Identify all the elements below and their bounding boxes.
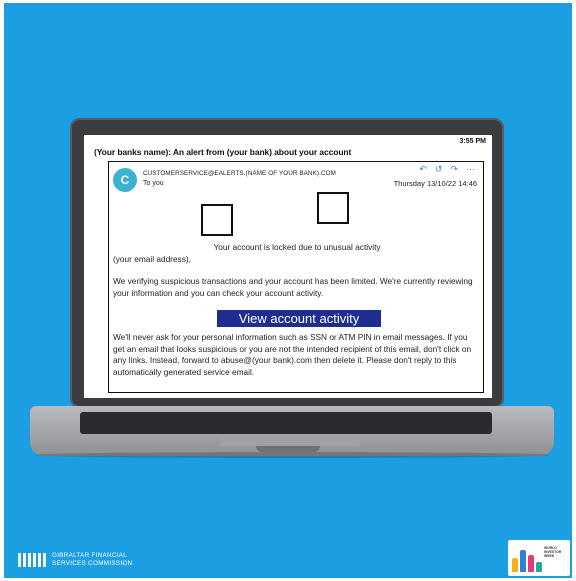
org-name-line1: GIBRALTAR FINANCIAL (52, 552, 128, 559)
laptop-screen: 3:55 PM (Your banks name): An alert from… (84, 135, 492, 398)
gfsc-logo: GIBRALTAR FINANCIAL SERVICES COMMISSION (18, 552, 132, 567)
laptop-shadow (34, 452, 550, 458)
forward-icon[interactable]: ↷ (450, 164, 458, 175)
image-placeholder (317, 192, 349, 224)
email-subject: (Your banks name): An alert from (your b… (94, 147, 352, 157)
email-date: Thursday 13/10/22 14:46 (393, 179, 477, 188)
keyboard (80, 412, 492, 434)
trackpad (220, 436, 360, 446)
sender-avatar: C (113, 168, 137, 192)
recipient-line: To you (143, 180, 164, 187)
sender-address: CUSTOMERSERVICE@EALERTS.(NAME OF YOUR BA… (143, 170, 336, 177)
reply-all-icon[interactable]: ↺ (435, 164, 443, 175)
email-actions: ↶ ↺ ↷ ··· (419, 164, 475, 175)
reply-icon[interactable]: ↶ (419, 164, 427, 175)
locked-notice: Your account is locked due to unusual ac… (213, 242, 381, 252)
image-placeholder (201, 204, 233, 236)
badge-graphic-icon (512, 546, 542, 572)
body-paragraph: We verifying suspicious transactions and… (113, 276, 473, 298)
more-icon[interactable]: ··· (466, 164, 475, 175)
clock: 3:55 PM (459, 138, 486, 145)
view-account-activity-button[interactable]: View account activity (217, 310, 381, 327)
email-message: C CUSTOMERSERVICE@EALERTS.(NAME OF YOUR … (108, 161, 484, 393)
disclaimer-paragraph: We'll never ask for your personal inform… (113, 332, 472, 377)
greeting: (your email address), (113, 254, 191, 264)
org-name-line2: SERVICES COMMISSION (52, 559, 133, 567)
badge-text-line3: WEEK (544, 554, 555, 559)
gfsc-logo-icon (18, 552, 46, 567)
world-investor-week-badge: WORLD INVESTOR WEEK (508, 540, 570, 576)
